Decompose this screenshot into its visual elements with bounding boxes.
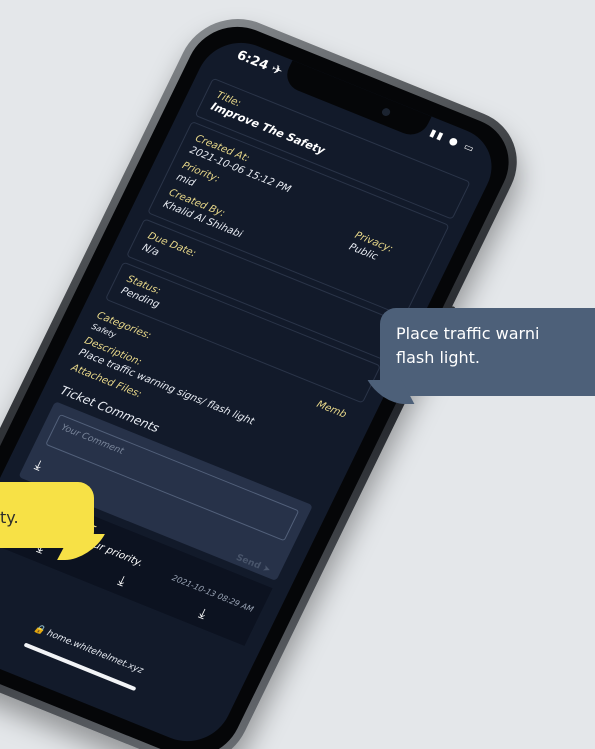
status-time: 6:24 ✈	[234, 47, 286, 80]
chat-bubble-yellow: ty.	[0, 482, 105, 560]
chat-bubble-blue: Place traffic warni flash light.	[367, 308, 595, 404]
members-label: Memb	[314, 399, 349, 421]
download-icon[interactable]: ⤓	[196, 606, 209, 623]
status-icons: ▮▮ ● ▭	[427, 127, 478, 156]
bubble-blue-text: Place traffic warni flash light.	[396, 324, 540, 367]
download-icon[interactable]: ⤓	[115, 573, 128, 590]
scene: 6:24 ✈ ▮▮ ● ▭ Title: Improve The Safety …	[0, 0, 595, 749]
bubble-yellow-text: ty.	[0, 508, 19, 527]
